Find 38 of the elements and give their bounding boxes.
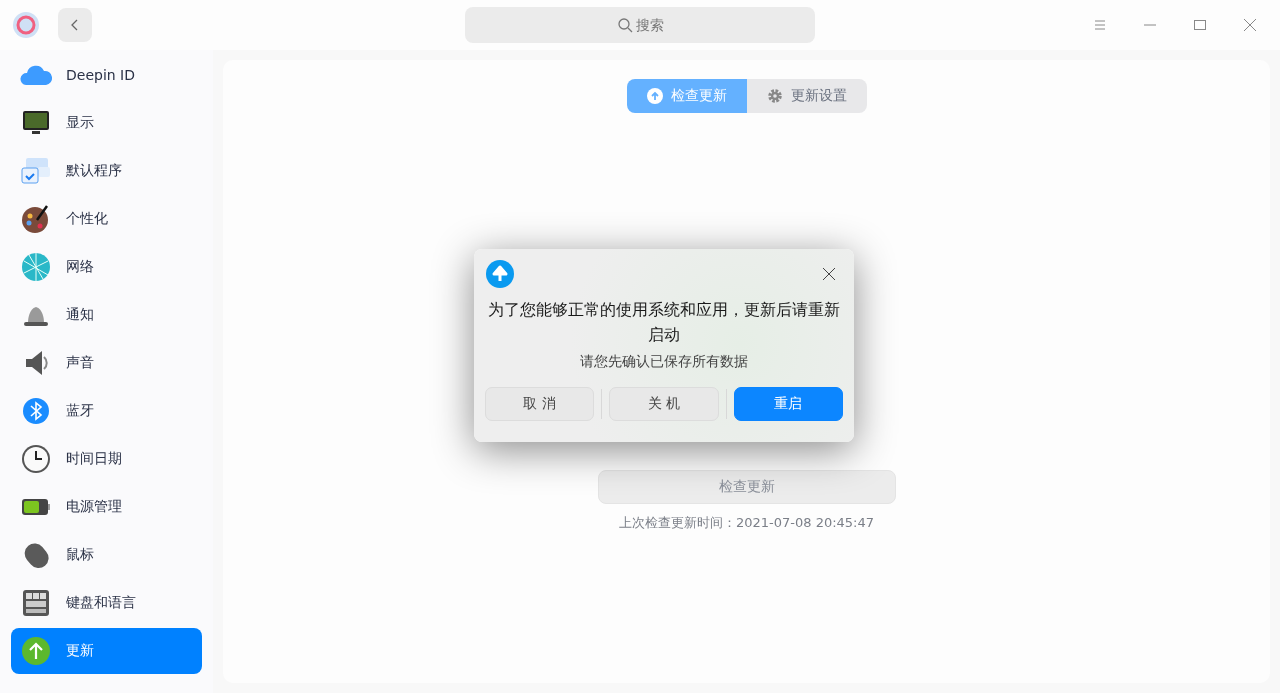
sidebar-item[interactable]: 更新 bbox=[11, 628, 202, 674]
search-field[interactable]: 搜索 bbox=[465, 7, 815, 43]
last-check-time: 上次检查更新时间：2021-07-08 20:45:47 bbox=[618, 514, 875, 532]
sidebar-item[interactable]: 显示 bbox=[11, 100, 202, 146]
close-icon bbox=[1244, 19, 1256, 31]
keyboard-icon bbox=[20, 587, 52, 619]
bluetooth-icon bbox=[20, 395, 52, 427]
arrow-up-icon bbox=[20, 635, 52, 667]
back-button[interactable] bbox=[58, 8, 92, 42]
maximize-icon bbox=[1194, 20, 1206, 30]
clock-icon bbox=[20, 443, 52, 475]
sidebar-item[interactable]: Deepin ID bbox=[11, 52, 202, 98]
sidebar-item[interactable]: 键盘和语言 bbox=[11, 580, 202, 626]
sidebar-item[interactable]: 网络 bbox=[11, 244, 202, 290]
arrow-up-circle-icon bbox=[646, 88, 663, 104]
menu-icon bbox=[1094, 20, 1106, 30]
arrow-up-circle-icon bbox=[485, 259, 515, 289]
dialog-message: 为了您能够正常的使用系统和应用，更新后请重新启动 bbox=[487, 299, 841, 346]
sidebar-item[interactable]: 默认程序 bbox=[11, 148, 202, 194]
windows-icon bbox=[20, 155, 52, 187]
chevron-left-icon bbox=[70, 19, 80, 31]
sidebar-item[interactable]: 时间日期 bbox=[11, 436, 202, 482]
dialog-button[interactable]: 重启 bbox=[733, 387, 843, 421]
minimize-icon bbox=[1144, 24, 1156, 26]
sidebar-item[interactable]: 声音 bbox=[11, 340, 202, 386]
gear-icon bbox=[766, 88, 783, 104]
tab[interactable]: 更新设置 bbox=[746, 79, 867, 113]
sidebar-item[interactable]: 电源管理 bbox=[11, 484, 202, 530]
sidebar-item[interactable]: 通知 bbox=[11, 292, 202, 338]
globe-icon bbox=[20, 251, 52, 283]
dialog-note: 请您先确认已保存所有数据 bbox=[580, 353, 748, 371]
sidebar-item[interactable]: 蓝牙 bbox=[11, 388, 202, 434]
sidebar-item[interactable]: 鼠标 bbox=[11, 532, 202, 578]
dialog-button[interactable]: 取 消 bbox=[485, 387, 595, 421]
dialog-button[interactable]: 关 机 bbox=[609, 387, 719, 421]
search-icon bbox=[617, 17, 633, 33]
sidebar-item[interactable]: 个性化 bbox=[11, 196, 202, 242]
close-icon bbox=[823, 268, 835, 280]
